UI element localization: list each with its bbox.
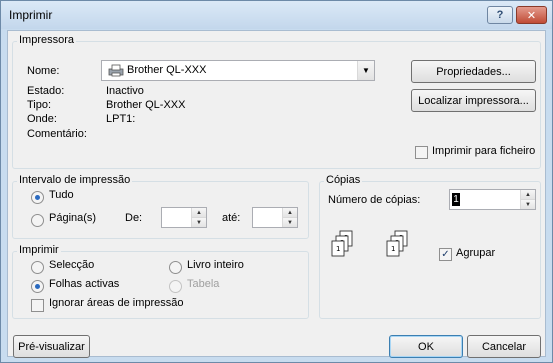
- collate-label[interactable]: Agrupar: [456, 247, 495, 259]
- printer-name-value: Brother QL-XXX: [127, 64, 207, 76]
- table-radio: [169, 280, 182, 293]
- where-value: LPT1:: [106, 113, 136, 125]
- find-printer-button-label: Localizar impressora...: [418, 94, 529, 107]
- spin-down-icon[interactable]: ▼: [283, 217, 297, 227]
- range-pages-label[interactable]: Página(s): [49, 212, 96, 224]
- copies-spinner[interactable]: ▲ ▼: [520, 190, 535, 209]
- copies-group-label: Cópias: [324, 174, 363, 186]
- help-button[interactable]: ?: [487, 6, 513, 24]
- print-dialog: Imprimir ? ✕ Impressora Nome: Brother QL…: [0, 0, 553, 363]
- printer-name-label: Nome:: [27, 65, 60, 77]
- chevron-down-icon[interactable]: ▼: [357, 61, 374, 80]
- cancel-button[interactable]: Cancelar: [467, 335, 541, 358]
- spin-up-icon[interactable]: ▲: [521, 190, 535, 199]
- preview-button-label: Pré-visualizar: [18, 340, 85, 353]
- printer-name-select[interactable]: Brother QL-XXX ▼: [101, 60, 375, 81]
- entire-workbook-label[interactable]: Livro inteiro: [187, 259, 244, 271]
- close-button[interactable]: ✕: [516, 6, 547, 24]
- svg-text:1: 1: [391, 245, 395, 253]
- comment-label: Comentário:: [27, 128, 87, 140]
- range-pages-radio[interactable]: [31, 214, 44, 227]
- spin-down-icon[interactable]: ▼: [521, 199, 535, 209]
- active-sheets-label[interactable]: Folhas activas: [49, 278, 119, 290]
- range-to-spinner[interactable]: ▲ ▼: [282, 208, 297, 227]
- window-title: Imprimir: [9, 8, 53, 22]
- type-label: Tipo:: [27, 99, 52, 111]
- range-all-label[interactable]: Tudo: [49, 189, 74, 201]
- ignore-print-areas-checkbox[interactable]: [31, 299, 44, 312]
- range-from-spinner[interactable]: ▲ ▼: [191, 208, 206, 227]
- range-to-label: até:: [222, 212, 241, 224]
- cancel-button-label: Cancelar: [481, 340, 527, 353]
- entire-workbook-radio[interactable]: [169, 261, 182, 274]
- find-printer-button[interactable]: Localizar impressora...: [411, 89, 536, 112]
- ok-button-label: OK: [418, 340, 434, 353]
- where-label: Onde:: [27, 113, 57, 125]
- preview-button[interactable]: Pré-visualizar: [13, 335, 90, 358]
- copies-count-label: Número de cópias:: [328, 194, 421, 206]
- print-to-file-label[interactable]: Imprimir para ficheiro: [432, 145, 535, 157]
- svg-text:1: 1: [336, 245, 340, 253]
- active-sheets-radio[interactable]: [31, 280, 44, 293]
- selection-label[interactable]: Selecção: [49, 259, 94, 271]
- spin-down-icon[interactable]: ▼: [192, 217, 206, 227]
- printer-group-label: Impressora: [17, 34, 77, 46]
- dialog-body: Impressora Nome: Brother QL-XXX ▼ Propri…: [7, 30, 546, 358]
- range-from-label: De:: [125, 212, 143, 224]
- type-value: Brother QL-XXX: [106, 99, 186, 111]
- table-label: Tabela: [187, 278, 220, 290]
- range-to-input[interactable]: ▲ ▼: [252, 207, 298, 228]
- status-value: Inactivo: [106, 85, 144, 97]
- copies-count-value: 1: [452, 193, 460, 206]
- collate-checkbox[interactable]: ✓: [439, 248, 452, 261]
- copies-count-input[interactable]: 1 ▲ ▼: [449, 189, 536, 210]
- collate-pages-icon: 3 2 1: [384, 230, 414, 265]
- print-range-label: Intervalo de impressão: [17, 174, 133, 186]
- ok-button[interactable]: OK: [389, 335, 463, 358]
- properties-button-label: Propriedades...: [436, 65, 511, 78]
- spin-up-icon[interactable]: ▲: [192, 208, 206, 217]
- ignore-print-areas-label[interactable]: Ignorar áreas de impressão: [49, 297, 184, 309]
- collate-pages-icon: 3 2 1: [329, 230, 359, 265]
- print-what-label: Imprimir: [17, 244, 61, 256]
- title-bar[interactable]: Imprimir ? ✕: [1, 1, 552, 29]
- properties-button[interactable]: Propriedades...: [411, 60, 536, 83]
- range-from-input[interactable]: ▲ ▼: [161, 207, 207, 228]
- range-all-radio[interactable]: [31, 191, 44, 204]
- spin-up-icon[interactable]: ▲: [283, 208, 297, 217]
- status-label: Estado:: [27, 85, 65, 97]
- print-to-file-checkbox[interactable]: [415, 146, 428, 159]
- selection-radio[interactable]: [31, 261, 44, 274]
- printer-icon: [108, 64, 124, 80]
